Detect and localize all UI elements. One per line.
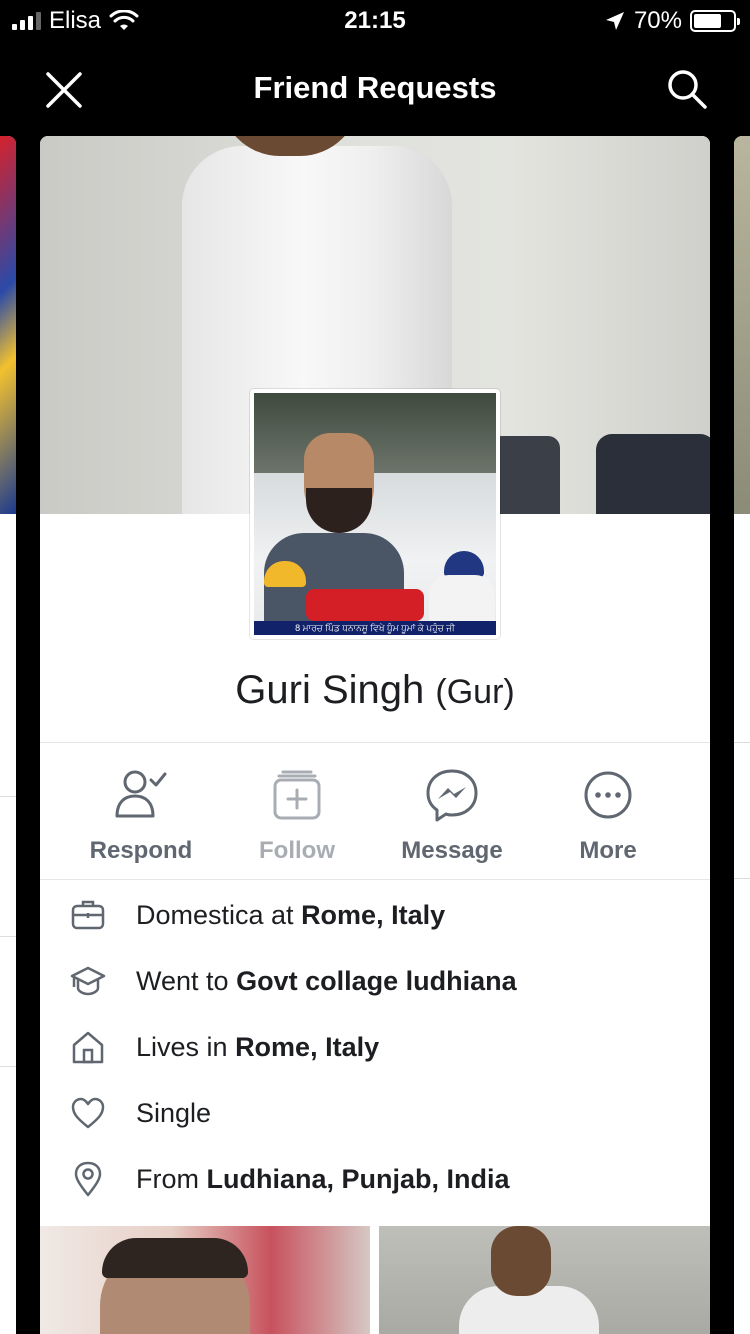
- work-text: Domestica at Rome, Italy: [136, 899, 446, 930]
- location-arrow-icon: [605, 12, 624, 30]
- info-row-lives: Lives in Rome, Italy: [40, 1014, 710, 1080]
- battery-fill: [694, 14, 721, 28]
- page-title: Friend Requests: [253, 70, 497, 105]
- education-text: Went to Govt collage ludhiana: [136, 965, 517, 996]
- from-place: Ludhiana, Punjab, India: [206, 1163, 510, 1194]
- status-bar: Elisa 21:15 70%: [0, 0, 750, 40]
- relationship-text: Single: [136, 1097, 212, 1128]
- lives-place: Rome, Italy: [235, 1031, 380, 1062]
- info-row-work: Domestica at Rome, Italy: [40, 882, 710, 948]
- navigation-bar: Friend Requests: [0, 40, 750, 136]
- respond-person-check-icon: [115, 770, 167, 818]
- next-request-card[interactable]: [734, 136, 750, 1334]
- next-card-cover-photo: [734, 136, 750, 514]
- lives-text: Lives in Rome, Italy: [136, 1031, 380, 1062]
- previous-card-cover-photo: [0, 136, 16, 514]
- divider: [40, 879, 710, 880]
- battery-percent: 70%: [633, 7, 682, 34]
- more-button[interactable]: More: [533, 768, 683, 865]
- previous-request-card[interactable]: [0, 136, 16, 1334]
- profile-alternate-name: (Gur): [435, 673, 515, 711]
- photo-thumbnail[interactable]: [379, 1226, 710, 1334]
- photo-grid: [40, 1226, 710, 1334]
- divider: [40, 742, 710, 743]
- follow-label: Follow: [259, 837, 335, 864]
- profile-photo-banner-text: 8 ਮਾਰਚ ਪਿੰਡ ਧਨਾਨਸੂ ਵਿਖੇ ਧੂੰਮ ਧੂਮਾਂ ਕੇ ਪਹ…: [254, 621, 496, 635]
- action-bar: Respond Follow Message More: [40, 754, 710, 879]
- messenger-icon: [426, 769, 478, 822]
- follow-button[interactable]: Follow: [222, 768, 372, 865]
- home-icon: [72, 1031, 104, 1064]
- search-icon[interactable]: [666, 68, 708, 110]
- respond-button[interactable]: Respond: [66, 768, 216, 865]
- education-school: Govt collage ludhiana: [236, 965, 517, 996]
- graduation-cap-icon: [70, 966, 106, 996]
- friend-request-card: 8 ਮਾਰਚ ਪਿੰਡ ਧਨਾਨਸੂ ਵਿਖੇ ਧੂੰਮ ਧੂਮਾਂ ਕੇ ਪਹ…: [40, 136, 710, 1334]
- profile-picture[interactable]: 8 ਮਾਰਚ ਪਿੰਡ ਧਨਾਨਸੂ ਵਿਖੇ ਧੂੰਮ ਧੂਮਾਂ ਕੇ ਪਹ…: [250, 389, 500, 639]
- work-place: Rome, Italy: [301, 899, 446, 930]
- info-row-education: Went to Govt collage ludhiana: [40, 948, 710, 1014]
- location-pin-icon: [74, 1161, 102, 1197]
- respond-label: Respond: [89, 837, 193, 864]
- message-label: Message: [401, 837, 503, 864]
- from-text: From Ludhiana, Punjab, India: [136, 1163, 510, 1194]
- follow-plus-icon: [273, 770, 321, 820]
- profile-info-list: Domestica at Rome, Italy Went to Govt co…: [40, 882, 710, 1212]
- message-button[interactable]: Message: [377, 768, 527, 865]
- more-label: More: [579, 837, 637, 864]
- profile-name: Guri Singh (Gur): [40, 668, 710, 713]
- more-dots-icon: [584, 771, 632, 819]
- heart-icon: [71, 1097, 105, 1129]
- photo-thumbnail[interactable]: [40, 1226, 370, 1334]
- info-row-from: From Ludhiana, Punjab, India: [40, 1146, 710, 1212]
- profile-display-name: Guri Singh: [235, 668, 425, 712]
- briefcase-icon: [71, 900, 105, 930]
- info-row-relationship: Single: [40, 1080, 710, 1146]
- battery-icon: [690, 10, 740, 32]
